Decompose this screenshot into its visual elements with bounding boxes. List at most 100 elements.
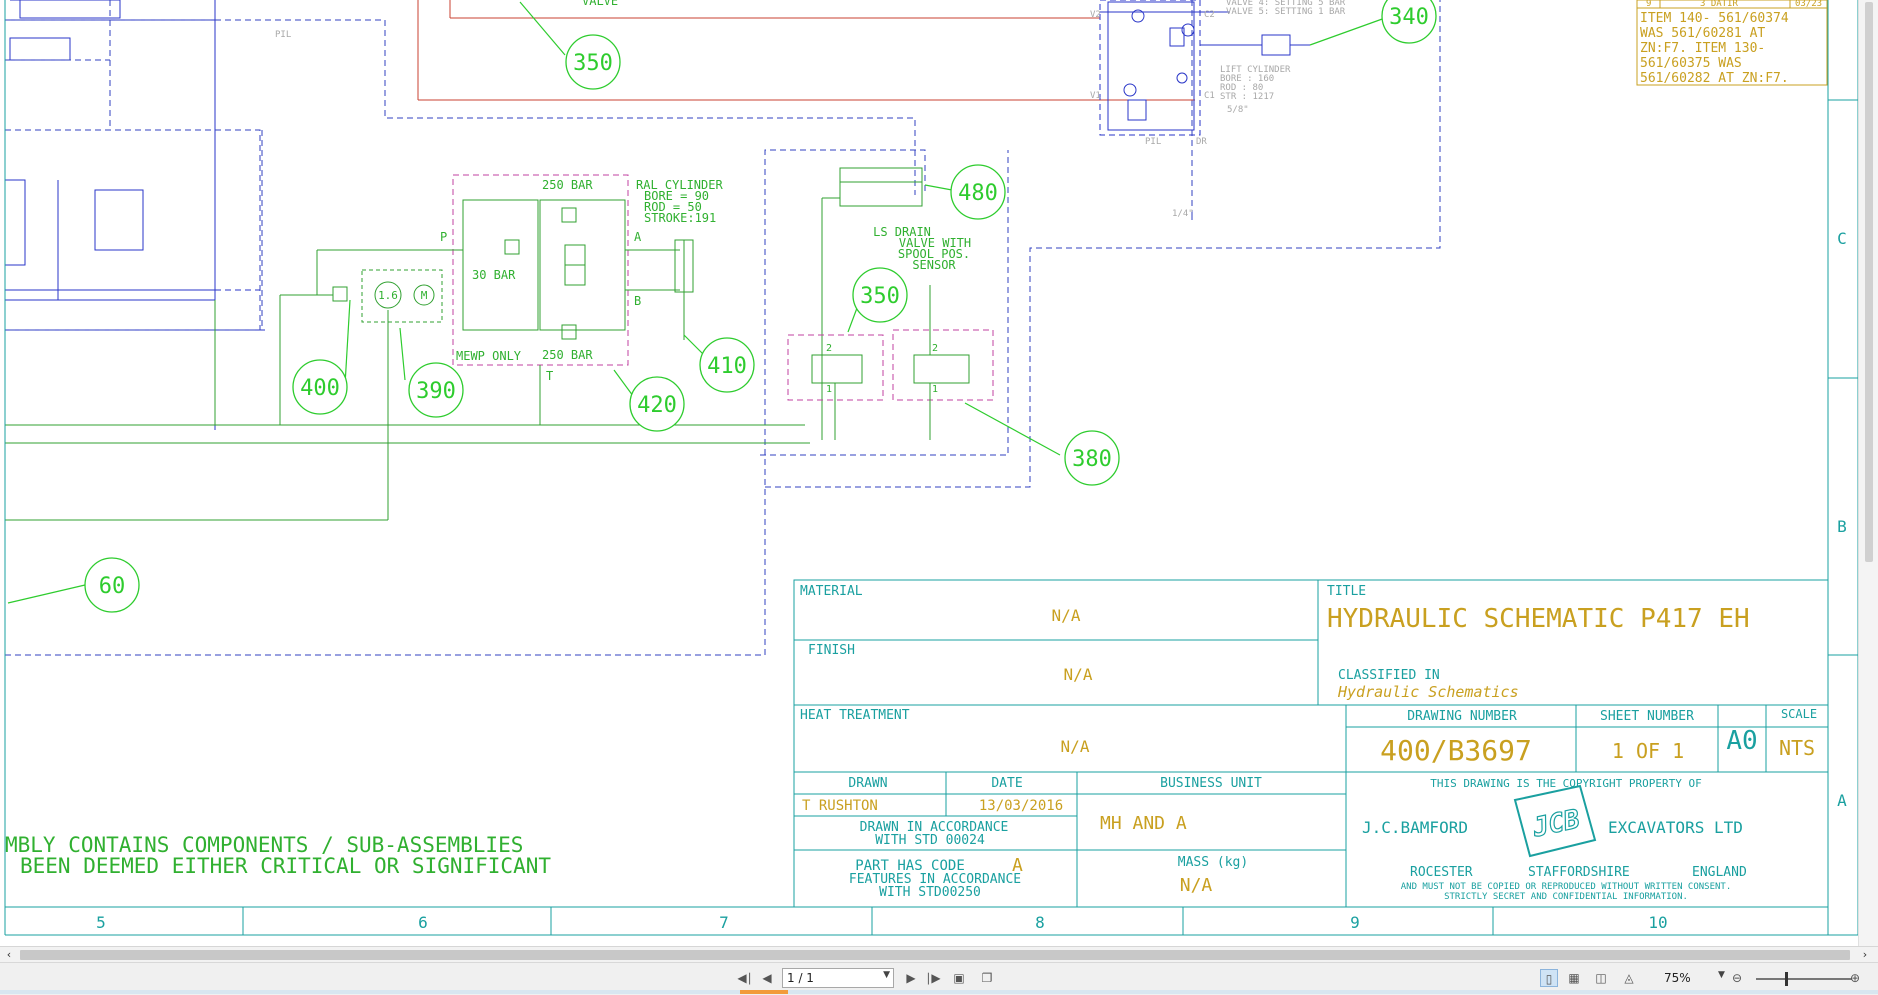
- svg-text:410: 410: [707, 354, 747, 379]
- svg-text:T: T: [546, 369, 553, 383]
- svg-text:1 OF 1: 1 OF 1: [1612, 739, 1684, 763]
- zoom-dropdown-icon[interactable]: ▼: [1718, 970, 1725, 980]
- svg-text:STR : 1217: STR : 1217: [1220, 92, 1274, 102]
- zoom-in-icon[interactable]: ⊕: [1846, 969, 1864, 987]
- svg-text:SCALE: SCALE: [1781, 707, 1817, 721]
- pump-motor-group: [280, 269, 443, 323]
- svg-text:A: A: [1837, 791, 1847, 810]
- svg-text:J.C.BAMFORD: J.C.BAMFORD: [1362, 818, 1468, 837]
- assembly-notice: MBLY CONTAINS COMPONENTS / SUB-ASSEMBLIE…: [5, 833, 551, 878]
- svg-text:B: B: [634, 294, 641, 308]
- svg-text:ITEM 140- 561/60374: ITEM 140- 561/60374: [1640, 11, 1789, 26]
- svg-text:HEAT TREATMENT: HEAT TREATMENT: [800, 708, 910, 723]
- svg-text:03/23: 03/23: [1795, 0, 1822, 9]
- svg-text:480: 480: [958, 181, 998, 206]
- svg-text:1: 1: [932, 384, 938, 395]
- svg-text:M: M: [421, 289, 428, 302]
- svg-text:SENSOR: SENSOR: [912, 258, 956, 272]
- svg-text:8: 8: [1035, 913, 1045, 932]
- svg-text:A: A: [634, 230, 642, 244]
- svg-text:WAS 561/60281 AT: WAS 561/60281 AT: [1640, 26, 1765, 41]
- svg-text:9: 9: [1350, 913, 1360, 932]
- schematic-labels: PIL VALVE VALVE 4: SETTING 5 BAR VALVE 5…: [275, 0, 1346, 395]
- svg-text:C: C: [1837, 229, 1847, 248]
- page-number-field[interactable]: ▼: [782, 968, 894, 988]
- svg-text:1: 1: [826, 384, 832, 395]
- svg-text:350: 350: [573, 51, 613, 76]
- svg-text:VALVE 5: SETTING 1 BAR: VALVE 5: SETTING 1 BAR: [1226, 7, 1346, 17]
- svg-text:PIL: PIL: [275, 30, 291, 40]
- svg-text:DATE: DATE: [991, 776, 1022, 791]
- svg-text:2: 2: [826, 343, 832, 354]
- svg-text:380: 380: [1072, 447, 1112, 472]
- svg-text:FINISH: FINISH: [808, 643, 855, 658]
- prev-page-icon[interactable]: ◀: [758, 969, 776, 987]
- continuous-icon[interactable]: ▦: [1565, 969, 1583, 987]
- horizontal-scrollbar[interactable]: ‹ ›: [0, 946, 1878, 963]
- svg-text:1/4": 1/4": [1172, 209, 1194, 219]
- svg-text:ENGLAND: ENGLAND: [1692, 865, 1747, 880]
- svg-text:ZN:F7. ITEM 130-: ZN:F7. ITEM 130-: [1640, 41, 1765, 56]
- svg-text:ROCESTER: ROCESTER: [1410, 865, 1473, 880]
- zoom-slider[interactable]: [1756, 978, 1852, 980]
- svg-text:NTS: NTS: [1779, 736, 1815, 760]
- svg-text:60: 60: [99, 574, 126, 599]
- svg-text:MH AND A: MH AND A: [1100, 813, 1187, 834]
- svg-text:N/A: N/A: [1052, 606, 1081, 625]
- svg-text:C2: C2: [1204, 10, 1215, 20]
- zoom-level[interactable]: 75%: [1664, 971, 1691, 985]
- vertical-scroll-thumb[interactable]: [1865, 2, 1873, 562]
- scroll-right-icon[interactable]: ›: [1858, 947, 1872, 963]
- two-page-icon[interactable]: ◫: [1592, 969, 1610, 987]
- page-dropdown-icon[interactable]: ▼: [883, 970, 890, 980]
- zoom-out-icon[interactable]: ⊖: [1728, 969, 1746, 987]
- svg-text:STRICTLY SECRET AND CONFIDENTI: STRICTLY SECRET AND CONFIDENTIAL INFORMA…: [1444, 892, 1688, 902]
- first-page-icon[interactable]: ◀∣: [736, 969, 754, 987]
- svg-text:STROKE:191: STROKE:191: [644, 211, 716, 225]
- svg-text:9: 9: [1646, 0, 1651, 9]
- last-page-icon[interactable]: ∣▶: [924, 969, 942, 987]
- svg-text:5: 5: [96, 913, 106, 932]
- svg-text:DR: DR: [1196, 137, 1207, 147]
- svg-text:BUSINESS UNIT: BUSINESS UNIT: [1160, 776, 1262, 791]
- horizontal-scroll-thumb[interactable]: [20, 950, 1850, 960]
- two-page-continuous-icon[interactable]: ◬: [1620, 969, 1638, 987]
- svg-text:V2: V2: [1090, 10, 1101, 20]
- svg-text:N/A: N/A: [1180, 875, 1213, 896]
- single-page-icon[interactable]: ▯: [1540, 969, 1558, 987]
- svg-text:V1: V1: [1090, 91, 1101, 101]
- page-number-input[interactable]: [783, 969, 875, 987]
- vertical-scrollbar[interactable]: [1858, 0, 1878, 946]
- svg-text:C1: C1: [1204, 91, 1215, 101]
- page-size-icon[interactable]: ▣: [950, 969, 968, 987]
- svg-text:BEEN DEEMED EITHER CRITICAL OR: BEEN DEEMED EITHER CRITICAL OR SIGNIFICA…: [20, 854, 551, 878]
- svg-text:13/03/2016: 13/03/2016: [979, 798, 1063, 814]
- svg-text:TITLE: TITLE: [1327, 584, 1366, 599]
- svg-text:350: 350: [860, 284, 900, 309]
- svg-text:A0: A0: [1726, 726, 1757, 756]
- svg-text:DRAWING NUMBER: DRAWING NUMBER: [1407, 709, 1517, 724]
- svg-text:420: 420: [637, 393, 677, 418]
- svg-text:B: B: [1837, 517, 1847, 536]
- cad-drawing-canvas[interactable]: 340 350 480 350 410 400 390 420 380 60 P…: [0, 0, 1878, 946]
- svg-text:T RUSHTON: T RUSHTON: [802, 798, 878, 814]
- scroll-left-icon[interactable]: ‹: [2, 947, 16, 963]
- svg-text:PIL: PIL: [1145, 137, 1161, 147]
- taskbar-accent: [740, 990, 788, 994]
- jcb-logo: JCB: [1513, 784, 1597, 858]
- left-green-lines: [4, 294, 810, 521]
- svg-text:5/8": 5/8": [1227, 105, 1249, 115]
- drawing-frame: [4, 0, 1859, 936]
- svg-text:N/A: N/A: [1064, 665, 1093, 684]
- svg-text:30 BAR: 30 BAR: [472, 268, 516, 282]
- svg-text:1.6: 1.6: [378, 289, 398, 302]
- copy-icon[interactable]: ❐: [978, 969, 996, 987]
- svg-text:AND MUST NOT BE COPIED OR REPR: AND MUST NOT BE COPIED OR REPRODUCED WIT…: [1401, 882, 1732, 892]
- svg-text:P: P: [440, 230, 447, 244]
- drawing-title: HYDRAULIC SCHEMATIC P417 EH: [1327, 604, 1750, 634]
- next-page-icon[interactable]: ▶: [902, 969, 920, 987]
- svg-text:7: 7: [719, 913, 729, 932]
- zoom-slider-handle[interactable]: [1785, 972, 1788, 986]
- svg-text:EXCAVATORS LTD: EXCAVATORS LTD: [1608, 818, 1743, 837]
- svg-text:DRAWN: DRAWN: [848, 776, 887, 791]
